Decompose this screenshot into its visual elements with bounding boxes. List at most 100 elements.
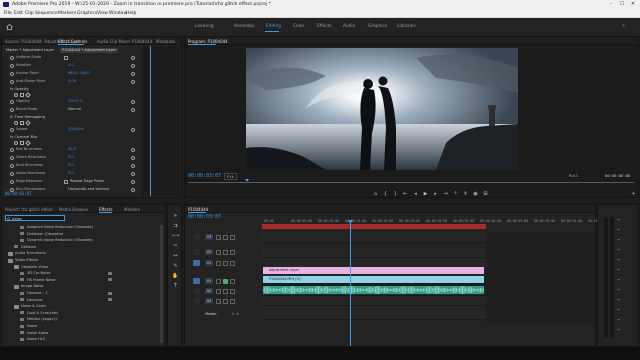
- property-value[interactable]: 0.0: [68, 155, 74, 159]
- reset-parameter-icon[interactable]: [131, 179, 135, 184]
- menu-markers[interactable]: Markers: [58, 11, 76, 16]
- track-label[interactable]: A1: [205, 278, 213, 284]
- maximize-button[interactable]: ☐: [617, 1, 627, 8]
- eye-icon[interactable]: [230, 249, 235, 255]
- property-value[interactable]: 0.0: [68, 171, 74, 175]
- mute-icon[interactable]: [223, 278, 228, 284]
- pen-tool-icon[interactable]: ✎: [172, 263, 179, 270]
- menu-edit[interactable]: Edit: [14, 11, 23, 16]
- track-label[interactable]: V1: [205, 260, 213, 266]
- menu-help[interactable]: Help: [126, 11, 136, 16]
- workspace-assembly[interactable]: Assembly: [234, 24, 255, 29]
- effect-item[interactable]: Median (Legacy): [27, 317, 57, 321]
- rectangle-mask-icon[interactable]: [20, 141, 24, 145]
- track-select-tool-icon[interactable]: ⇉: [172, 223, 179, 230]
- reset-parameter-icon[interactable]: [131, 187, 135, 192]
- tab-metadata[interactable]: Metadata: [156, 39, 175, 44]
- property-checkbox[interactable]: [64, 55, 68, 60]
- effect-item[interactable]: Denoise - 1: [27, 291, 47, 295]
- reset-parameter-icon[interactable]: [131, 155, 135, 160]
- home-icon[interactable]: [6, 24, 13, 30]
- program-fit-dropdown[interactable]: Fit: [224, 173, 237, 180]
- program-timecode[interactable]: 00:00:03:07: [188, 173, 221, 179]
- effect-item[interactable]: Noise: [27, 324, 37, 328]
- timeline-empty-area[interactable]: [486, 233, 594, 323]
- stopwatch-icon[interactable]: [10, 107, 14, 112]
- property-value[interactable]: 960.0 540.0: [68, 71, 90, 75]
- source-patch-toggle[interactable]: [193, 298, 200, 304]
- menu-file[interactable]: File: [4, 11, 12, 16]
- timeline-timecode[interactable]: 00:00:03:07: [188, 214, 221, 220]
- audio-clip[interactable]: [263, 286, 484, 294]
- stopwatch-icon[interactable]: [10, 63, 14, 68]
- effects-scrollbar[interactable]: [160, 225, 163, 343]
- source-patch-toggle[interactable]: [193, 278, 200, 284]
- solo-icon[interactable]: [230, 288, 235, 294]
- lift-icon[interactable]: ⇡: [452, 191, 459, 197]
- effect-controls-timecode[interactable]: 00:00:03:07: [5, 191, 32, 196]
- program-video-frame[interactable]: [246, 48, 518, 170]
- program-scrubber[interactable]: [188, 182, 634, 183]
- tab-markers[interactable]: Markers: [124, 207, 140, 212]
- pen-mask-icon[interactable]: [25, 120, 31, 126]
- minimize-button[interactable]: –: [606, 1, 616, 8]
- slip-tool-icon[interactable]: ↔: [172, 253, 179, 260]
- track-label[interactable]: Master: [203, 311, 219, 317]
- video-clip[interactable]: P1004044.MP4 [V]: [263, 276, 484, 283]
- effects-folder[interactable]: Obsolete Video: [21, 265, 48, 269]
- out-point-icon[interactable]: }: [392, 191, 399, 197]
- reset-parameter-icon[interactable]: [131, 55, 135, 60]
- adjustment-layer-clip[interactable]: Adjustment Layer: [263, 267, 484, 274]
- selection-tool-icon[interactable]: ➤: [172, 213, 179, 220]
- reset-parameter-icon[interactable]: [131, 79, 135, 84]
- effect-item[interactable]: 3D Cor Noise: [27, 271, 51, 275]
- track-label[interactable]: V3: [205, 234, 213, 240]
- effect-item[interactable]: Dynamic Noise Reduction (Obsolete): [27, 238, 93, 242]
- property-value[interactable]: Horizontal and Vertical: [68, 187, 109, 191]
- effect-item[interactable]: HS Frame Noise: [27, 278, 55, 282]
- work-area-bar[interactable]: [262, 224, 486, 229]
- type-tool-icon[interactable]: T: [172, 283, 179, 290]
- pen-mask-icon[interactable]: [25, 92, 31, 98]
- menu-graphics[interactable]: Graphics: [77, 11, 97, 16]
- stopwatch-icon[interactable]: [10, 179, 14, 184]
- reset-parameter-icon[interactable]: [131, 127, 135, 132]
- reset-parameter-icon[interactable]: [131, 99, 135, 104]
- stopwatch-icon[interactable]: [10, 155, 14, 160]
- stopwatch-icon[interactable]: [10, 163, 14, 168]
- stopwatch-icon[interactable]: [10, 79, 14, 84]
- solo-icon[interactable]: [230, 298, 235, 304]
- mini-timeline[interactable]: [142, 46, 180, 196]
- stopwatch-icon[interactable]: [10, 99, 14, 104]
- workspace-effects[interactable]: Effects: [317, 24, 332, 29]
- comparison-view-icon[interactable]: ⊞: [482, 191, 489, 197]
- source-patch-toggle[interactable]: [193, 249, 200, 255]
- workspace-menu-icon[interactable]: »: [622, 23, 629, 30]
- rectangle-mask-icon[interactable]: [20, 93, 24, 97]
- clip-source-label[interactable]: P1004044 * Adjustment Layer: [60, 48, 119, 53]
- property-value[interactable]: 0.00: [68, 79, 76, 83]
- ellipse-mask-icon[interactable]: [14, 121, 18, 125]
- stopwatch-icon[interactable]: [10, 55, 14, 60]
- lock-icon[interactable]: [216, 260, 221, 266]
- menu-view[interactable]: View: [97, 11, 108, 16]
- reset-parameter-icon[interactable]: [131, 147, 135, 152]
- effects-search-field[interactable]: noise: [5, 215, 65, 221]
- lock-icon[interactable]: [216, 234, 221, 240]
- timeline-playhead-line[interactable]: [350, 220, 351, 346]
- mini-playhead[interactable]: [150, 46, 151, 196]
- workspace-editing[interactable]: Editing: [266, 24, 281, 29]
- track-header[interactable]: [186, 310, 260, 319]
- workspace-libraries[interactable]: Libraries: [397, 24, 416, 29]
- close-button[interactable]: ✕: [628, 1, 638, 8]
- effects-folder[interactable]: Video Effects: [15, 258, 38, 262]
- lock-icon[interactable]: [216, 278, 221, 284]
- lock-icon[interactable]: [216, 298, 221, 304]
- reset-parameter-icon[interactable]: [131, 171, 135, 176]
- extract-icon[interactable]: ⇞: [462, 191, 469, 197]
- effects-folder[interactable]: Audio Transitions: [15, 251, 46, 255]
- tab-media-browser[interactable]: Media Browser: [59, 207, 89, 212]
- effects-folder[interactable]: Image Noise: [21, 284, 43, 288]
- ripple-edit-tool-icon[interactable]: ⟷: [172, 233, 179, 240]
- eye-icon[interactable]: [230, 260, 235, 266]
